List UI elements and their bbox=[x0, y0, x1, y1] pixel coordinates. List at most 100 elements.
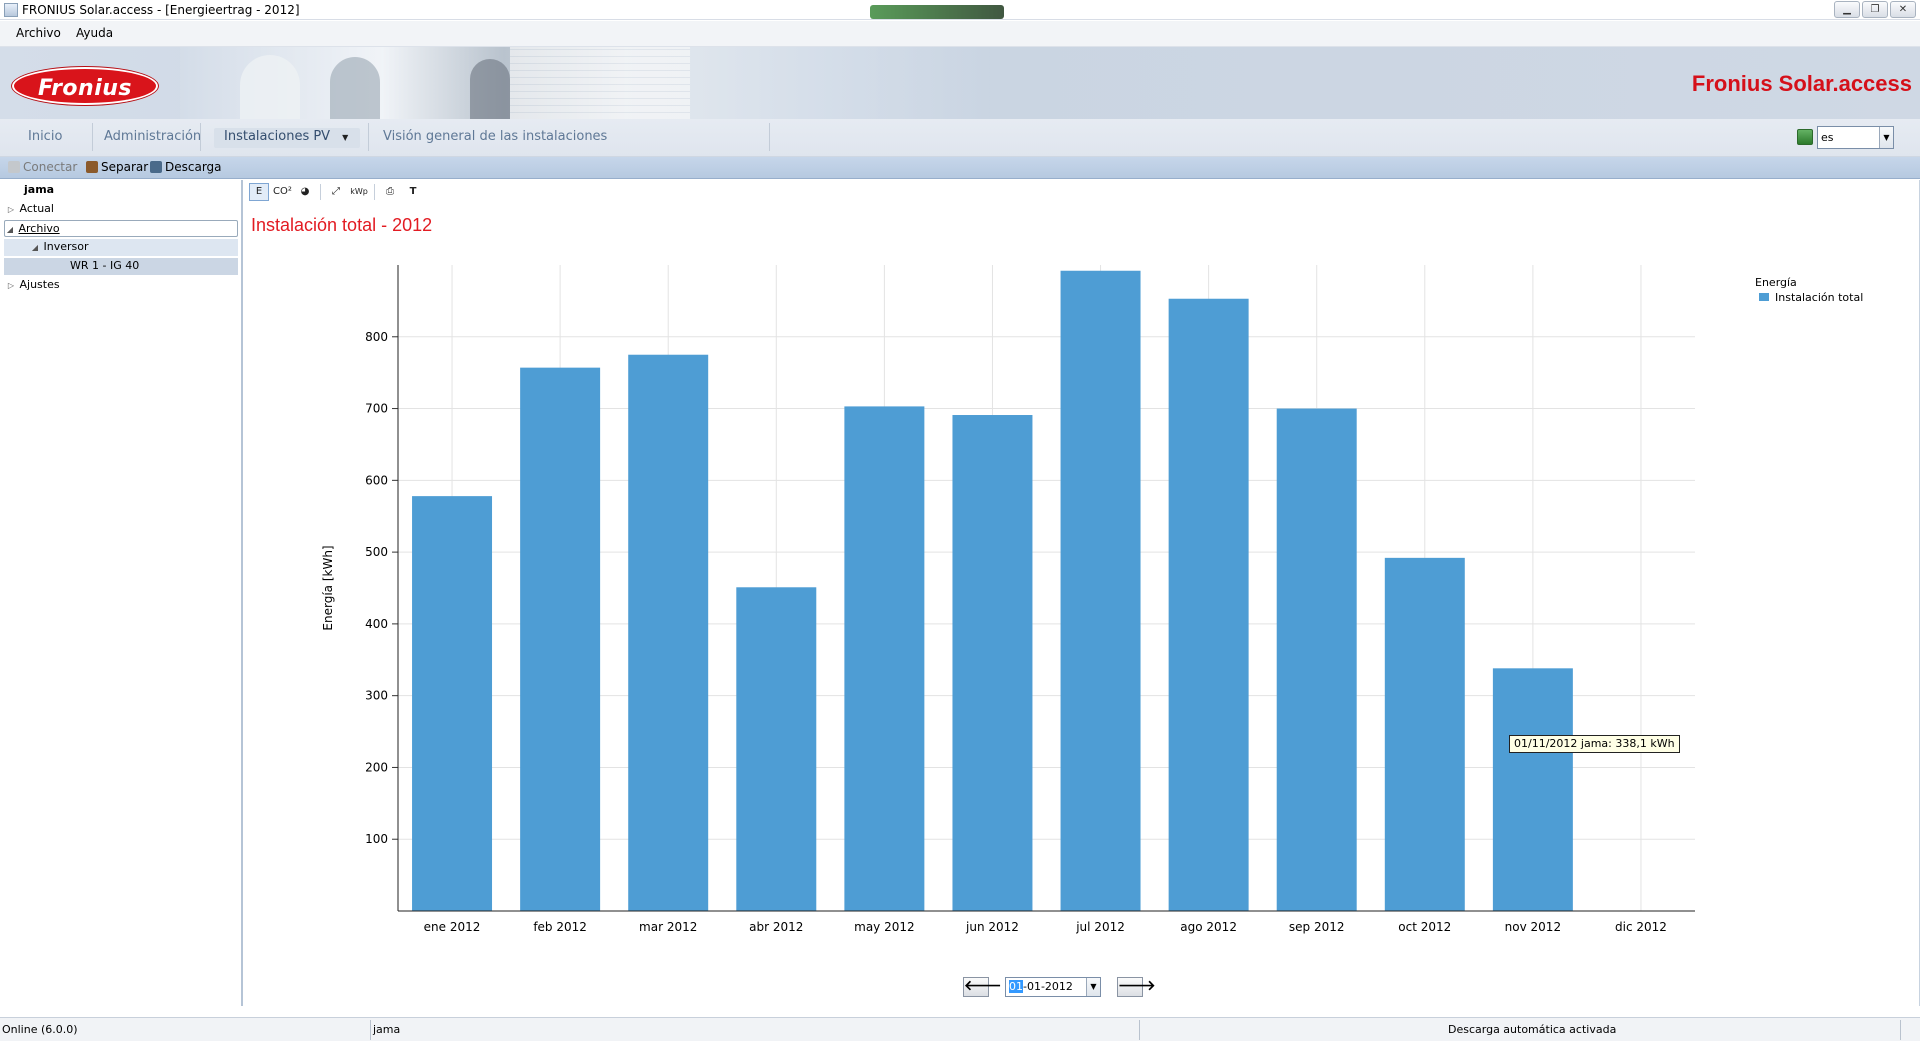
chevron-down-icon[interactable]: ▼ bbox=[342, 133, 348, 142]
date-day-selected: 01 bbox=[1009, 980, 1023, 993]
currency-view-button[interactable]: ◕ bbox=[295, 183, 315, 201]
header-banner: Fronius Fronius Solar.access bbox=[0, 47, 1920, 119]
x-tick-label: jul 2012 bbox=[1075, 920, 1125, 934]
status-bar: Online (6.0.0) jama Descarga automática … bbox=[0, 1017, 1920, 1041]
menu-bar: Archivo Ayuda bbox=[0, 21, 1920, 47]
bar-jul-2012[interactable] bbox=[1060, 270, 1141, 912]
y-tick-label: 700 bbox=[365, 402, 388, 416]
connection-toolbar: Conectar Separar Descarga bbox=[0, 157, 1920, 179]
x-tick-label: sep 2012 bbox=[1289, 920, 1345, 934]
prev-period-button[interactable]: 🡐 bbox=[963, 977, 1002, 997]
energy-chart: 100 200 300 400 500 600 700 800 ene 2012 feb 2012… bbox=[321, 265, 1695, 934]
bar-sep-2012[interactable] bbox=[1276, 408, 1357, 911]
tree-item-archivo[interactable]: ◢ Archivo bbox=[4, 220, 238, 237]
x-tick-label: feb 2012 bbox=[533, 920, 587, 934]
minimize-button[interactable]: ▁ bbox=[1834, 1, 1860, 18]
language-value: es bbox=[1821, 131, 1834, 144]
y-tick-label: 600 bbox=[365, 473, 388, 487]
x-tick-label: ago 2012 bbox=[1180, 920, 1237, 934]
expand-icon[interactable]: ▷ bbox=[6, 202, 16, 218]
kwp-view-button[interactable]: kWp bbox=[349, 183, 369, 201]
tree-root-jama[interactable]: jama bbox=[24, 182, 54, 199]
archive-tree: jama ▷ Actual ◢ Archivo ◢ Inversor WR 1 … bbox=[0, 180, 243, 1006]
print-icon[interactable]: ⎙ bbox=[380, 183, 400, 201]
tree-item-wr1[interactable]: WR 1 - IG 40 bbox=[4, 258, 238, 275]
bar-ene-2012[interactable] bbox=[412, 496, 493, 911]
menu-archivo[interactable]: Archivo bbox=[16, 26, 61, 40]
x-tick-label: nov 2012 bbox=[1505, 920, 1561, 934]
y-tick-label: 800 bbox=[365, 330, 388, 344]
tab-instalaciones-pv-label: Instalaciones PV bbox=[224, 129, 331, 144]
title-bar: FRONIUS Solar.access - [Energieertrag - … bbox=[0, 0, 1920, 20]
y-tick-label: 300 bbox=[365, 689, 388, 703]
download-button[interactable]: Descarga bbox=[150, 160, 222, 174]
menu-ayuda[interactable]: Ayuda bbox=[76, 26, 113, 40]
x-tick-label: abr 2012 bbox=[749, 920, 803, 934]
phone-icon bbox=[8, 161, 20, 173]
bar-oct-2012[interactable] bbox=[1384, 557, 1465, 911]
y-tick-label: 400 bbox=[365, 617, 388, 631]
x-tick-label: ene 2012 bbox=[424, 920, 481, 934]
legend-swatch bbox=[1759, 293, 1769, 301]
bar-ago-2012[interactable] bbox=[1168, 298, 1249, 911]
collapse-icon[interactable]: ◢ bbox=[30, 240, 40, 256]
date-picker[interactable]: 01-01-2012 ▼ bbox=[1005, 977, 1101, 997]
chart-view: 100 200 300 400 500 600 700 800 ene 2012 feb 2012… bbox=[245, 180, 1920, 1006]
bar-tooltip: 01/11/2012 jama: 338,1 kWh bbox=[1509, 735, 1680, 753]
y-tick-label: 500 bbox=[365, 545, 388, 559]
download-icon bbox=[150, 161, 162, 173]
tab-administracion[interactable]: Administración bbox=[94, 128, 211, 148]
connect-button[interactable]: Conectar bbox=[8, 160, 77, 174]
legend-title: Energía bbox=[1755, 276, 1797, 289]
x-tick-label: may 2012 bbox=[854, 920, 915, 934]
chevron-down-icon[interactable]: ▼ bbox=[1086, 978, 1100, 996]
bar-feb-2012[interactable] bbox=[520, 367, 601, 911]
chart-title: Instalación total - 2012 bbox=[251, 215, 433, 235]
x-tick-label: jun 2012 bbox=[965, 920, 1019, 934]
co2-view-button[interactable]: CO² bbox=[272, 183, 292, 201]
tree-item-ajustes[interactable]: ▷ Ajustes bbox=[6, 277, 60, 294]
disconnect-icon bbox=[86, 161, 98, 173]
legend-label: Instalación total bbox=[1775, 291, 1864, 304]
x-tick-label: dic 2012 bbox=[1615, 920, 1667, 934]
app-icon bbox=[4, 3, 18, 17]
expand-icon[interactable]: ▷ bbox=[6, 278, 16, 294]
status-installation: jama bbox=[373, 1023, 401, 1036]
close-button[interactable]: ✕ bbox=[1890, 1, 1916, 18]
logo-text: Fronius bbox=[37, 76, 133, 101]
y-axis-label: Energía [kWh] bbox=[321, 545, 335, 630]
bar-nov-2012[interactable] bbox=[1492, 668, 1573, 911]
disconnect-button[interactable]: Separar bbox=[86, 160, 148, 174]
bar-may-2012[interactable] bbox=[844, 406, 925, 911]
status-download: Descarga automática activada bbox=[1448, 1023, 1617, 1036]
chevron-down-icon[interactable]: ▼ bbox=[1879, 127, 1893, 148]
date-rest: -01-2012 bbox=[1023, 980, 1073, 993]
window-title: FRONIUS Solar.access - [Energieertrag - … bbox=[22, 3, 300, 17]
tab-vision-general[interactable]: Visión general de las instalaciones bbox=[373, 128, 617, 148]
legend-entry[interactable]: Instalación total bbox=[1755, 291, 1863, 304]
tree-item-actual[interactable]: ▷ Actual bbox=[6, 201, 54, 218]
x-tick-label: oct 2012 bbox=[1398, 920, 1451, 934]
maximize-button[interactable]: ❐ bbox=[1862, 1, 1888, 18]
language-select[interactable]: es ▼ bbox=[1817, 126, 1894, 149]
main-navigation: Inicio Administración Instalaciones PV ▼ … bbox=[0, 119, 1920, 157]
y-tick-label: 100 bbox=[365, 832, 388, 846]
bar-mar-2012[interactable] bbox=[628, 354, 709, 911]
tree-item-inversor[interactable]: ◢ Inversor bbox=[4, 239, 238, 256]
text-toggle-button[interactable]: T bbox=[403, 183, 423, 201]
next-period-button[interactable]: 🡒 bbox=[1117, 977, 1156, 997]
status-connection: Online (6.0.0) bbox=[2, 1023, 78, 1036]
app-brand-title: Fronius Solar.access bbox=[1691, 71, 1912, 96]
expand-icon[interactable]: ⤢ bbox=[326, 183, 346, 201]
bar-abr-2012[interactable] bbox=[736, 587, 817, 911]
banner-photo bbox=[180, 47, 990, 119]
chart-legend: Energía Instalación total bbox=[1755, 276, 1863, 304]
tab-instalaciones-pv[interactable]: Instalaciones PV ▼ bbox=[214, 128, 360, 148]
tab-inicio[interactable]: Inicio bbox=[18, 128, 72, 148]
collapse-icon[interactable]: ◢ bbox=[5, 222, 15, 238]
taskbar-decoration bbox=[870, 5, 1004, 19]
bar-jun-2012[interactable] bbox=[952, 415, 1033, 911]
energy-view-button[interactable]: E bbox=[249, 183, 269, 201]
chart-toolbar: E CO² ◕ ⤢ kWp ⎙ T bbox=[249, 182, 423, 202]
x-tick-label: mar 2012 bbox=[639, 920, 697, 934]
